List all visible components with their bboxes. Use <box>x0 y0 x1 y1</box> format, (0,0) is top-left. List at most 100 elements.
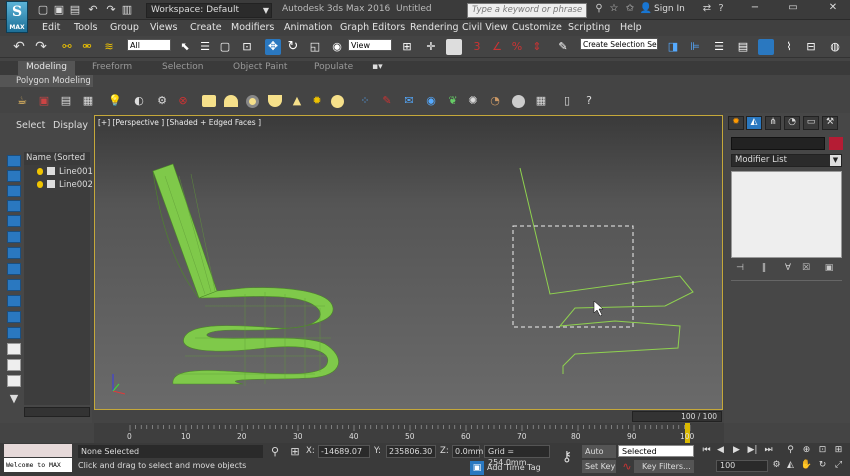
search-input[interactable]: Type a keyword or phrase <box>467 3 587 18</box>
scene-explorer-display-tab[interactable]: Display <box>53 120 88 131</box>
modifier-stack[interactable] <box>731 171 842 258</box>
filter-spacewarps-icon[interactable] <box>7 231 21 243</box>
menu-modifiers[interactable]: Modifiers <box>231 22 274 33</box>
pivot-center-icon[interactable]: ⊞ <box>400 40 414 54</box>
zoom-icon[interactable]: ⚲ <box>784 445 797 458</box>
user-icon[interactable]: 👤 <box>639 3 653 17</box>
menu-help[interactable]: Help <box>620 22 642 33</box>
shape-icon[interactable]: ✉ <box>402 94 416 108</box>
auto-key-button[interactable]: Auto Key <box>582 445 616 469</box>
scene-explorer-column-header[interactable]: Name (Sorted As <box>24 152 90 176</box>
menu-views[interactable]: Views <box>150 22 178 33</box>
current-frame-field[interactable]: 100 <box>716 460 768 472</box>
chair-object[interactable] <box>152 163 339 385</box>
remove-modifier-icon[interactable]: ☒ <box>799 263 813 274</box>
window-crossing-icon[interactable]: ⊡ <box>240 40 254 54</box>
move-icon[interactable]: ✥ <box>265 39 281 55</box>
menu-animation[interactable]: Animation <box>284 22 332 33</box>
sphere-gray-icon[interactable] <box>512 95 525 108</box>
scale-icon[interactable]: ◱ <box>308 40 322 54</box>
next-frame-icon[interactable]: ▶| <box>746 445 759 458</box>
line-object[interactable] <box>519 167 694 374</box>
key-filters-button[interactable]: Key Filters... <box>634 460 694 473</box>
keyboard-shortcut-icon[interactable] <box>446 39 462 55</box>
filter-invert-icon[interactable] <box>7 375 21 387</box>
object-name-field[interactable] <box>731 137 825 150</box>
modifier-list-dropdown[interactable]: Modifier List ▼ <box>731 154 842 167</box>
motion-tab-icon[interactable]: ◔ <box>784 116 800 130</box>
pin-stack-icon[interactable]: ⊣ <box>733 263 747 274</box>
perspective-viewport[interactable] <box>94 115 723 410</box>
maxscript-listener[interactable] <box>4 444 72 457</box>
link-icon[interactable]: ⚯ <box>60 40 74 54</box>
sphere-icon[interactable] <box>331 95 344 108</box>
hemisphere-icon[interactable] <box>224 95 238 107</box>
edit-named-selection-icon[interactable]: ✎ <box>556 40 570 54</box>
menu-customize[interactable]: Customize <box>512 22 562 33</box>
filter-groups-icon[interactable] <box>7 247 21 259</box>
select-object-icon[interactable]: ⬉ <box>178 40 192 54</box>
display-tab-icon[interactable]: ▭ <box>803 116 819 130</box>
project-icon[interactable]: ▥ <box>120 3 134 17</box>
filter-bones-icon[interactable] <box>7 279 21 291</box>
list-item[interactable]: Line002 <box>59 180 93 190</box>
box-icon[interactable] <box>202 95 216 107</box>
maxscript-output[interactable]: Welcome to MAX <box>4 458 72 472</box>
curve-editor-icon[interactable]: ⌇ <box>782 40 796 54</box>
percent-snap-icon[interactable]: % <box>510 40 524 54</box>
helper-icon[interactable]: ⚙ <box>155 94 169 108</box>
new-icon[interactable]: ▢ <box>36 3 50 17</box>
camera-icon[interactable]: ◐ <box>132 94 146 108</box>
time-tag-icon[interactable]: ▣ <box>470 461 484 475</box>
polygon-modeling-panel[interactable]: Polygon Modeling <box>0 75 93 87</box>
menu-civil-view[interactable]: Civil View <box>462 22 508 33</box>
workspace-dropdown[interactable]: Workspace: Default ▼ <box>146 3 272 18</box>
filter-all-icon[interactable] <box>7 343 21 355</box>
add-time-tag-button[interactable]: Add Time Tag <box>487 463 541 472</box>
selection-filter-dropdown[interactable]: All <box>127 39 171 51</box>
align-icon[interactable]: ⊫ <box>688 40 702 54</box>
filter-shapes-icon[interactable] <box>7 170 21 182</box>
paint-icon[interactable]: ✎ <box>380 94 394 108</box>
reference-coordinate-dropdown[interactable]: View <box>348 39 392 51</box>
set-key-icon[interactable]: ⚷ <box>560 450 574 464</box>
configure-modifier-sets-icon[interactable]: ▣ <box>822 263 836 274</box>
key-tangent-icon[interactable]: ∿ <box>620 460 634 474</box>
filter-lights-icon[interactable] <box>7 185 21 197</box>
pan-icon[interactable]: ✋ <box>800 460 813 473</box>
redo-icon[interactable]: ↷ <box>104 3 118 17</box>
redo-button[interactable]: ↷ <box>34 40 48 54</box>
undo-icon[interactable]: ↶ <box>86 3 100 17</box>
render-setup-icon[interactable]: ▤ <box>59 94 73 108</box>
star-icon[interactable]: ☆ <box>607 3 621 17</box>
create-tab-icon[interactable]: ✹ <box>728 116 744 130</box>
rectangular-selection-icon[interactable]: ▢ <box>218 40 232 54</box>
named-selection-set-dropdown[interactable]: Create Selection Se <box>580 38 658 50</box>
render-frame-icon[interactable]: ▣ <box>37 94 51 108</box>
foliage-icon[interactable]: ❦ <box>446 94 460 108</box>
sign-in-button[interactable]: Sign In <box>654 4 685 14</box>
binoculars-icon[interactable]: ⚲ <box>592 3 606 17</box>
select-manipulate-icon[interactable]: ✛ <box>424 40 438 54</box>
set-key-button[interactable]: Set Key <box>582 460 616 473</box>
make-unique-icon[interactable]: ∀ <box>781 263 795 274</box>
placement-icon[interactable]: ◉ <box>330 40 344 54</box>
menu-edit[interactable]: Edit <box>42 22 60 33</box>
viewport-label[interactable]: [+] [Perspective ] [Shaded + Edged Faces… <box>98 118 261 127</box>
menu-graph-editors[interactable]: Graph Editors <box>340 22 405 33</box>
spinner-snap-icon[interactable]: ⇕ <box>530 40 544 54</box>
scene-explorer-toggle-icon[interactable] <box>758 39 774 55</box>
show-end-result-icon[interactable]: ‖ <box>757 263 771 274</box>
favorites-icon[interactable]: ✩ <box>623 3 637 17</box>
filter-xrefs-icon[interactable] <box>7 263 21 275</box>
torus-icon[interactable] <box>246 95 259 108</box>
orbit-icon[interactable]: ↻ <box>816 460 829 473</box>
lock-selection-icon[interactable]: ⚲ <box>268 445 282 459</box>
geosphere-icon[interactable]: ✹ <box>310 94 324 108</box>
open-icon[interactable]: ▣ <box>52 3 66 17</box>
help-circle-icon[interactable]: ? <box>582 94 596 108</box>
globe-icon[interactable]: ◉ <box>424 94 438 108</box>
help-icon[interactable]: ? <box>714 3 728 17</box>
filter-helpers-icon[interactable] <box>7 215 21 227</box>
key-set-dropdown[interactable]: Selected <box>618 445 694 457</box>
